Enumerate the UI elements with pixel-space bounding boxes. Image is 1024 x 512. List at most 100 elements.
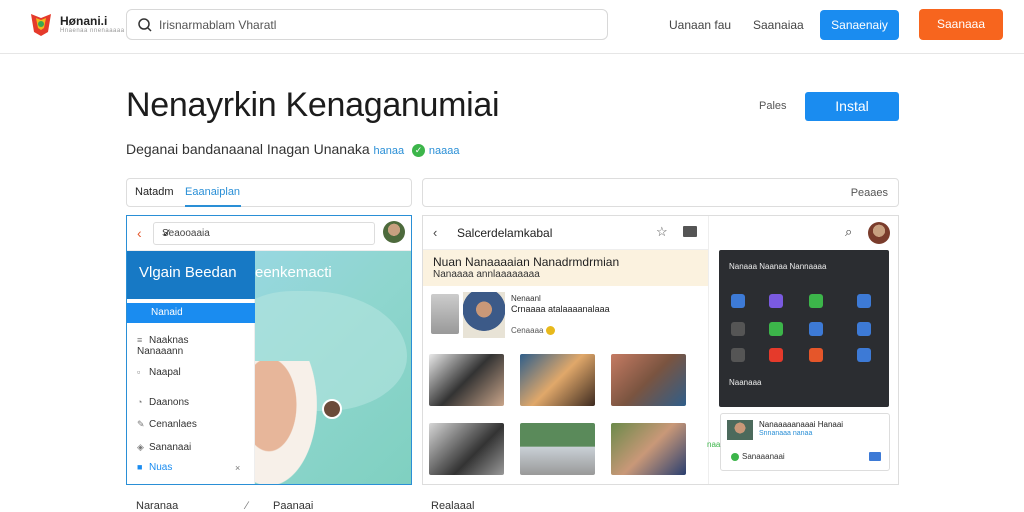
app-subtitle: Deganai bandanaanal Inagan Unanaka hanaa… [126, 141, 460, 157]
verified-check-icon: ✓ [412, 143, 426, 157]
app-icon[interactable] [857, 322, 871, 336]
app-icon[interactable] [769, 294, 783, 308]
back-arrow-icon[interactable]: ‹ [433, 225, 437, 240]
app-icon[interactable] [731, 294, 745, 308]
brand-name[interactable]: Hønani.i [60, 14, 107, 28]
menu-item[interactable]: ▫ Naapal [137, 367, 181, 378]
post-text: Crnaaaa atalaaaanalaaa [511, 304, 610, 314]
tab-screenshots[interactable]: Eaanaiplan [185, 186, 240, 198]
app-icon[interactable] [857, 294, 871, 308]
menu-item[interactable]: ◔ Daanons [137, 397, 189, 408]
sliders-icon: ≡ [137, 335, 143, 345]
post-thumbnail [431, 294, 459, 334]
map-title-suffix: eenkemacti [255, 264, 332, 281]
app-icon[interactable] [731, 322, 745, 336]
phone-header: Nanaaa Naanaa Nannaaaa [729, 262, 827, 271]
developer-name: Deganai bandanaanal Inagan Unanaka [126, 141, 370, 157]
banner-title: Nuan Nanaaaaian Nanadrmdrmian [433, 255, 620, 269]
menu-item[interactable]: ✎ Cenanlaes [137, 419, 197, 430]
footer-label-2[interactable]: Paanaai [273, 500, 313, 512]
clock-icon: ◔ [137, 397, 143, 407]
side-menu: Nanaid ≡ Naaknas Nanaaann ▫ Naapal ◔ Daanon… [127, 299, 255, 484]
app-icon[interactable] [809, 348, 823, 362]
search-input[interactable] [159, 15, 589, 35]
app-icon[interactable] [769, 322, 783, 336]
search-icon [138, 18, 152, 32]
screenshot-left[interactable]: ‹ Seaooaaia ✓ Vlgain Beedan eenkemacti N… [126, 215, 412, 485]
tab-details[interactable]: Natadm [135, 186, 174, 198]
search-icon[interactable]: ⌕ [845, 224, 852, 240]
image-icon[interactable] [683, 226, 697, 237]
developer-link[interactable]: hanaa [374, 145, 405, 157]
tab-bar-left: Natadm Eaanaiplan [126, 178, 412, 207]
feed-photo[interactable] [611, 354, 686, 406]
card-action[interactable]: Sanaaanaai [731, 452, 785, 461]
star-icon[interactable]: ☆ [656, 224, 668, 240]
feed-photo[interactable] [429, 354, 504, 406]
slash-icon: ∕ [246, 500, 248, 512]
card-subtitle: Snnanaaa nanaa [759, 430, 813, 437]
footer-label-3[interactable]: Realaaal [431, 500, 474, 512]
card-photo [727, 420, 753, 440]
box-icon: ■ [137, 462, 143, 472]
avatar[interactable] [383, 221, 405, 243]
menu-item[interactable]: ■ Nuas [137, 462, 172, 473]
app-card[interactable]: Nanaaaaanaaai Hanaai Snnanaaa nanaa Sana… [720, 413, 890, 471]
feed-post[interactable]: Nenaanl Crnaaaa atalaaaanalaaa Cenaaaa [423, 288, 708, 340]
menu-item[interactable]: ≡ Naaknas Nanaaann [137, 335, 188, 357]
pencil-icon: ✎ [137, 419, 145, 429]
banner-subtitle: Nanaaaa annlaaaaaaaa [433, 269, 540, 280]
signup-button[interactable]: Saanaaa [919, 9, 1003, 40]
app-title: Nenayrkin Kenaganumiai [126, 86, 500, 124]
feed-top-bar: ‹ Salcerdelamkabal ☆ [423, 216, 708, 250]
status-dot-icon [731, 452, 739, 461]
install-button[interactable]: Instal [805, 92, 899, 121]
map-title: Vlgain Beedan [127, 251, 255, 299]
footer-label-1[interactable]: Naranaa [136, 500, 178, 512]
top-bar: Hønani.i Hnaenaa nnenaaaaa Uanaan fau Sa… [0, 0, 1024, 54]
feed-photo[interactable] [429, 423, 504, 475]
app-icon[interactable] [809, 322, 823, 336]
close-icon[interactable]: × [235, 463, 240, 473]
phone-label: Naanaaa [729, 378, 762, 387]
menu-item-active[interactable]: Nanaid [127, 303, 255, 323]
back-arrow-icon[interactable]: ‹ [137, 225, 142, 241]
nav-link-2[interactable]: Saanaiaa [753, 18, 804, 32]
post-author: Nenaanl [511, 294, 541, 303]
verified-tag: naaaa [428, 145, 460, 157]
map-pin-icon[interactable] [322, 399, 342, 419]
phone-home-screen[interactable]: Nanaaa Naanaa Nannaaaa Naanaaa [719, 250, 889, 407]
screenshot-top-bar: ‹ Seaooaaia ✓ [127, 216, 411, 251]
screenshot-search-field[interactable]: Seaooaaia ✓ [153, 222, 375, 245]
feed-photo[interactable] [611, 423, 686, 475]
post-meta: Cenaaaa [511, 326, 555, 336]
screenshot-right[interactable]: ‹ Salcerdelamkabal ☆ Nuan Nanaaaaian Nan… [422, 215, 899, 485]
signin-button[interactable]: Sanaenaiy [820, 10, 899, 40]
feed-title: Salcerdelamkabal [457, 226, 553, 240]
chat-icon[interactable] [869, 452, 881, 461]
feed-photo[interactable] [520, 354, 595, 406]
menu-item[interactable]: ◈ Sananaai [137, 442, 191, 453]
card-prefix: naa [707, 440, 721, 449]
avatar[interactable] [868, 222, 890, 244]
card-title: Nanaaaaanaaai Hanaai [759, 420, 844, 429]
post-photo [463, 292, 505, 338]
app-icon[interactable] [809, 294, 823, 308]
search-bar[interactable] [126, 9, 608, 40]
reaction-icon [545, 326, 555, 336]
brand-logo-icon[interactable] [26, 10, 56, 38]
check-icon: ✓ [162, 226, 173, 240]
active-tab-indicator [185, 205, 241, 207]
feed-banner[interactable]: Nuan Nanaaaaian Nanadrmdrmian Nanaaaa an… [423, 250, 708, 286]
doc-icon: ▫ [137, 367, 141, 377]
tab-bar-right: Peaaes [422, 178, 899, 207]
ratings-link[interactable]: Pales [759, 100, 787, 112]
app-icon[interactable] [857, 348, 871, 362]
app-icon[interactable] [769, 348, 783, 362]
settings-icon: ◈ [137, 442, 144, 452]
tab-reviews[interactable]: Peaaes [851, 187, 888, 199]
feed-photo[interactable] [520, 423, 595, 475]
brand-tagline: Hnaenaa nnenaaaaa [60, 28, 125, 34]
app-icon[interactable] [731, 348, 745, 362]
nav-link-1[interactable]: Uanaan fau [669, 18, 731, 32]
